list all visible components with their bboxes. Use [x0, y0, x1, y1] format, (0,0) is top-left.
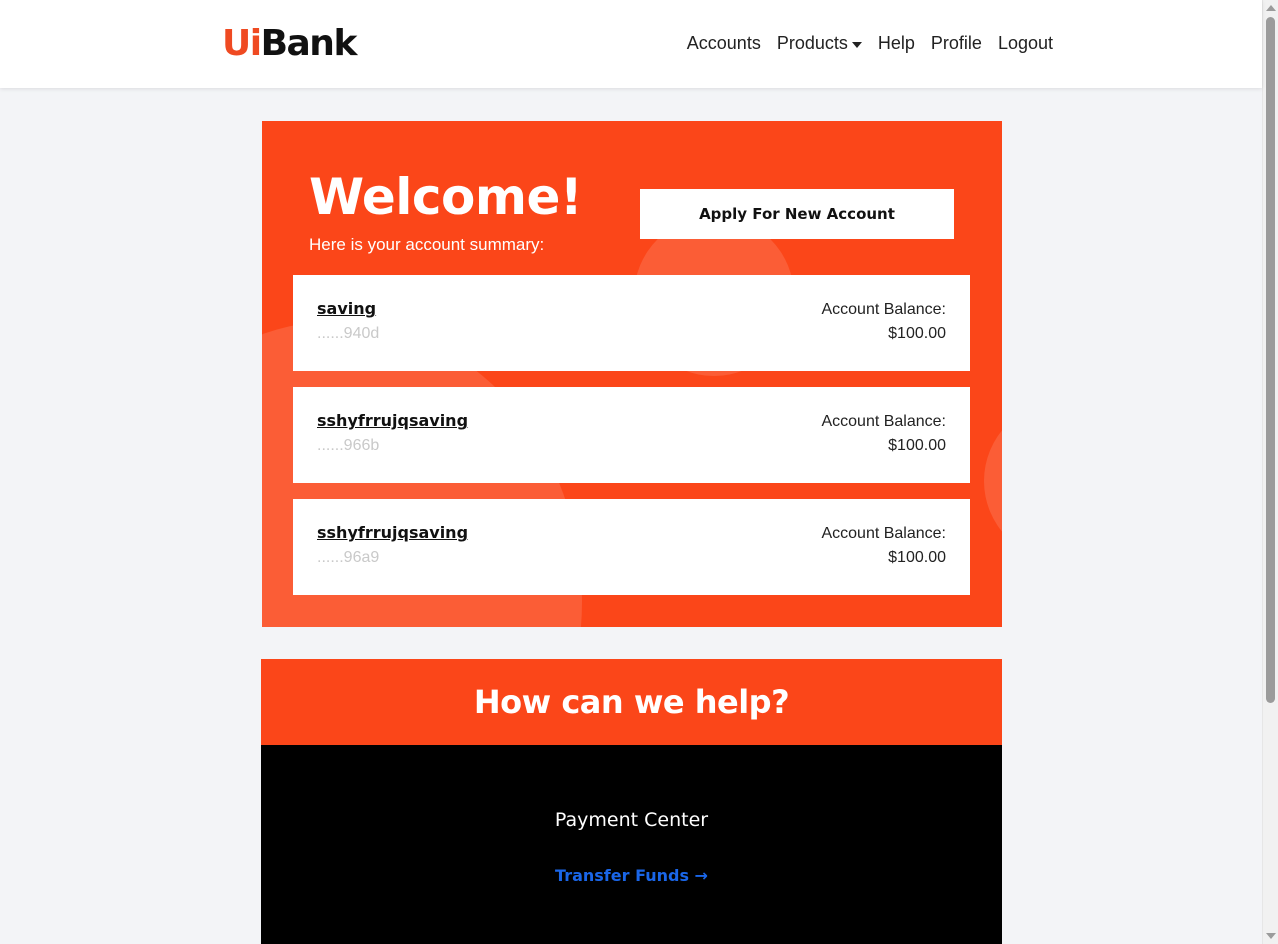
main-nav: Accounts Products Help Profile Logout — [687, 33, 1053, 54]
decorative-circle — [984, 401, 1002, 561]
account-balance-value: $100.00 — [888, 325, 946, 342]
vertical-scrollbar[interactable] — [1262, 0, 1278, 944]
account-balance-label: Account Balance: — [821, 413, 946, 430]
account-card: sshyfrrujqsaving ......96a9 Account Bala… — [293, 499, 970, 595]
transfer-funds-link[interactable]: Transfer Funds → — [261, 866, 1002, 885]
nav-profile-link[interactable]: Profile — [931, 33, 982, 54]
nav-help-link[interactable]: Help — [878, 33, 915, 54]
nav-logout-link[interactable]: Logout — [998, 33, 1053, 54]
welcome-subtitle: Here is your account summary: — [309, 235, 545, 254]
account-name-link[interactable]: sshyfrrujqsaving — [317, 411, 468, 430]
scroll-up-arrow-icon[interactable] — [1266, 5, 1276, 11]
logo-ui-text: Ui — [222, 23, 262, 64]
help-title: How can we help? — [473, 683, 790, 721]
help-section-body: Payment Center Transfer Funds → — [261, 745, 1002, 944]
welcome-card: Welcome! Here is your account summary: A… — [262, 121, 1002, 627]
apply-new-account-button[interactable]: Apply For New Account — [640, 189, 954, 239]
account-balance-label: Account Balance: — [821, 525, 946, 542]
account-name-link[interactable]: saving — [317, 299, 376, 318]
caret-down-icon — [851, 41, 862, 48]
account-balance-value: $100.00 — [888, 437, 946, 454]
account-id: ......940d — [317, 325, 380, 342]
scrollbar-thumb[interactable] — [1266, 17, 1275, 703]
payment-center-title: Payment Center — [554, 809, 709, 831]
top-navbar: UiBank Accounts Products Help Profile Lo… — [0, 0, 1262, 88]
scroll-down-arrow-icon[interactable] — [1266, 933, 1276, 939]
logo-bank-text: Bank — [260, 23, 358, 64]
nav-products-label: Products — [776, 33, 848, 53]
account-name-link[interactable]: sshyfrrujqsaving — [317, 523, 468, 542]
page: UiBank Accounts Products Help Profile Lo… — [0, 0, 1278, 944]
nav-products-dropdown[interactable]: Products — [777, 33, 862, 54]
account-id: ......96a9 — [317, 549, 380, 566]
account-card: sshyfrrujqsaving ......966b Account Bala… — [293, 387, 970, 483]
welcome-title: Welcome! — [309, 168, 583, 226]
uibank-logo[interactable]: UiBank — [222, 22, 358, 66]
account-card: saving ......940d Account Balance: $100.… — [293, 275, 970, 371]
account-id: ......966b — [317, 437, 380, 454]
help-section-header: How can we help? — [261, 659, 1002, 745]
nav-accounts-link[interactable]: Accounts — [687, 33, 761, 54]
account-balance-label: Account Balance: — [821, 301, 946, 318]
account-balance-value: $100.00 — [888, 549, 946, 566]
